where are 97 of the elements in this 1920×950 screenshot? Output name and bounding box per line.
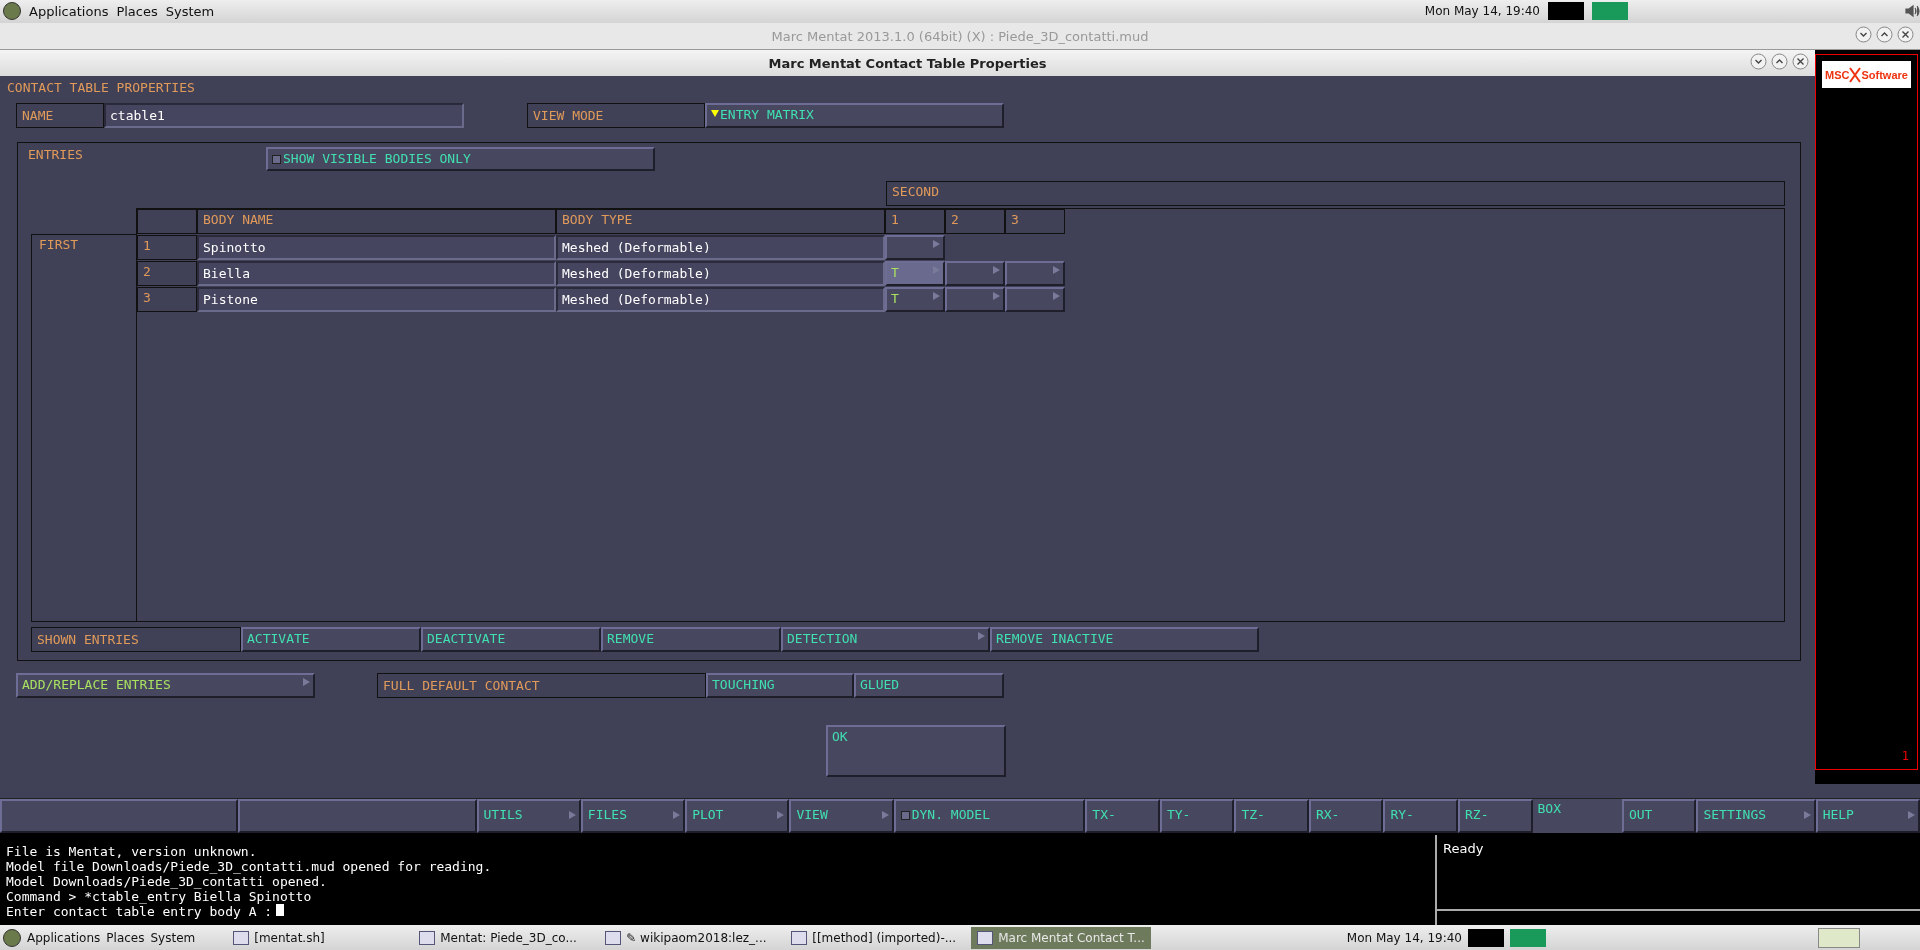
matrix-cell[interactable] (1005, 287, 1065, 313)
action-button[interactable]: DETECTION (781, 627, 990, 653)
panel-menu[interactable]: Places (116, 3, 158, 19)
panel-menu[interactable]: Applications (27, 930, 101, 945)
toolbar-button[interactable]: RY- (1383, 798, 1458, 834)
status-message: Ready (1437, 835, 1920, 912)
toolbar-menu-button[interactable]: FILES (580, 798, 686, 834)
matrix-cell[interactable] (885, 235, 945, 261)
panel-clock: Mon May 14, 19:40 (1424, 4, 1540, 19)
column-header: 2 (945, 209, 1005, 235)
taskbar-clock: Mon May 14, 19:40 (1346, 930, 1462, 945)
action-button[interactable]: DEACTIVATE (421, 627, 601, 653)
matrix-cell[interactable]: T (885, 287, 945, 313)
name-field[interactable]: ctable1 (104, 103, 464, 129)
console-line: Enter contact table entry body A : (6, 904, 1429, 920)
toolbar-button[interactable]: TZ- (1234, 798, 1309, 834)
toolbar-menu-button[interactable]: VIEW (789, 798, 894, 834)
shown-entries-label: SHOWN ENTRIES (31, 627, 241, 653)
action-button[interactable]: REMOVE (601, 627, 781, 653)
toolbar-button[interactable]: TY- (1159, 798, 1235, 834)
minimize-icon[interactable] (1855, 25, 1872, 43)
body-type-cell[interactable]: Meshed (Deformable) (556, 261, 885, 287)
action-button[interactable]: REMOVE INACTIVE (990, 627, 1259, 653)
panel-menu[interactable]: Places (106, 930, 145, 945)
toolbar-menu-button[interactable]: UTILS (476, 798, 581, 834)
panel-menu[interactable]: Applications (29, 3, 109, 19)
body-type-cell[interactable]: Meshed (Deformable) (556, 235, 885, 261)
window-icon (419, 930, 436, 945)
viewport-number: 1 (1901, 749, 1909, 764)
console-line: Model Downloads/Piede_3D_contatti opened. (6, 874, 328, 890)
taskbar-item[interactable]: [mentat.sh] (227, 926, 408, 949)
dialog-title: Marc Mentat Contact Table Properties (768, 55, 1047, 71)
workspace-switcher[interactable] (1818, 927, 1860, 948)
name-label: NAME (16, 103, 104, 129)
dialog-heading: CONTACT TABLE PROPERTIES (7, 80, 196, 98)
body-type-cell[interactable]: Meshed (Deformable) (556, 287, 885, 313)
taskbar-item[interactable]: Marc Mentat Contact T... (971, 926, 1152, 949)
close-icon[interactable] (1897, 25, 1914, 43)
toolbar-button[interactable]: OUT (1621, 798, 1697, 834)
window-icon (233, 930, 250, 945)
volume-icon[interactable] (1904, 3, 1920, 20)
column-header: 1 (885, 209, 945, 235)
panel-menu[interactable]: System (150, 930, 196, 945)
toolbar-button[interactable]: RZ- (1458, 798, 1533, 834)
view-mode-dropdown[interactable]: ENTRY MATRIX (705, 103, 1004, 129)
taskbar-item[interactable]: ✎ wikipaom2018:lez_... (599, 926, 780, 949)
console-line: Command > *ctable_entry Biella Spinotto (6, 889, 313, 905)
matrix-cell[interactable]: T (885, 261, 945, 287)
matrix-cell[interactable] (945, 261, 1005, 287)
minimize-icon[interactable] (1750, 53, 1767, 71)
toolbar-menu-button[interactable]: SETTINGS (1696, 798, 1816, 834)
row-index: 3 (137, 287, 197, 313)
maximize-icon[interactable] (1771, 53, 1788, 71)
contact-type-button[interactable]: GLUED (854, 673, 1004, 699)
cpu-meter-icon (1468, 928, 1504, 947)
column-header: BODY NAME (197, 209, 556, 235)
body-name-cell[interactable]: Biella (197, 261, 556, 287)
ok-button[interactable]: OK (826, 725, 1006, 778)
memory-meter-icon (1510, 928, 1546, 947)
column-header: 3 (1005, 209, 1065, 235)
entries-label: ENTRIES (27, 147, 84, 165)
console-line: File is Mentat, version unknown. (6, 844, 258, 860)
msc-logo: MSC Software (1822, 61, 1911, 89)
window-icon (977, 930, 994, 945)
toolbar-menu-button[interactable]: PLOT (685, 798, 790, 834)
window-icon (605, 930, 622, 945)
memory-meter-icon (1592, 2, 1628, 21)
toolbar-button[interactable]: BOX (1532, 798, 1622, 834)
action-button[interactable]: ACTIVATE (241, 627, 421, 653)
matrix-cell[interactable] (945, 287, 1005, 313)
add-replace-button[interactable]: ADD/REPLACE ENTRIES (16, 673, 315, 699)
matrix-cell[interactable] (1005, 261, 1065, 287)
toolbar-button[interactable]: TX- (1085, 798, 1160, 834)
window-icon (791, 930, 808, 945)
view-mode-label: VIEW MODE (527, 103, 705, 129)
close-icon[interactable] (1792, 53, 1809, 71)
body-name-cell[interactable]: Spinotto (197, 235, 556, 261)
console-line: Model file Downloads/Piede_3D_contatti.mud opened for reading. (6, 859, 493, 875)
maximize-icon[interactable] (1876, 25, 1893, 43)
toolbar-toggle[interactable]: DYN. MODEL (893, 798, 1086, 834)
column-header: BODY TYPE (556, 209, 885, 235)
row-index: 1 (137, 235, 197, 261)
body-name-cell[interactable]: Pistone (197, 287, 556, 313)
taskbar-item[interactable]: [[method] (imported)-... (785, 926, 966, 949)
dropdown-triangle-icon (711, 110, 719, 118)
show-visible-checkbox[interactable]: SHOW VISIBLE BODIES ONLY (266, 147, 655, 172)
first-header: FIRST (31, 234, 137, 623)
contact-type-button[interactable]: TOUCHING (706, 673, 854, 699)
full-default-contact-label: FULL DEFAULT CONTACT (377, 673, 706, 699)
panel-menu[interactable]: System (165, 3, 215, 19)
row-index: 2 (137, 261, 197, 287)
taskbar-item[interactable]: Mentat: Piede_3D_co... (413, 926, 594, 949)
second-header: SECOND (886, 181, 1785, 207)
cpu-meter-icon (1548, 2, 1584, 21)
toolbar-button[interactable]: RX- (1308, 798, 1384, 834)
toolbar-menu-button[interactable]: HELP (1815, 798, 1920, 834)
window-title: Marc Mentat 2013.1.0 (64bit) (X) : Piede_3D_contatti.mud (771, 28, 1149, 44)
